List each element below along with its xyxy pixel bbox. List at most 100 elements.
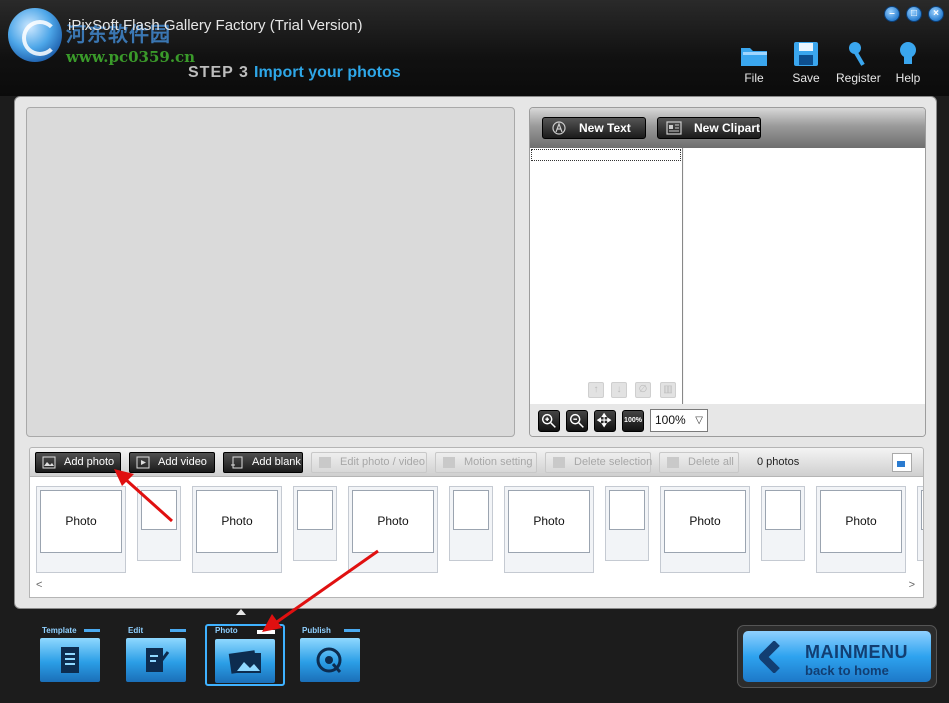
save-label: Save [792, 71, 820, 85]
tab-photo[interactable]: Photo [205, 624, 285, 686]
photo-slot-label: Photo [352, 490, 434, 553]
step-title: Import your photos [254, 64, 401, 81]
help-label: Help [895, 71, 921, 85]
save-button[interactable]: Save [784, 40, 828, 88]
tab-indicator [170, 629, 186, 632]
motion-icon [443, 457, 455, 468]
lightbulb-icon [900, 42, 916, 64]
transition-slot[interactable] [917, 486, 923, 561]
zoom-select[interactable]: 100% ▽ [650, 409, 708, 432]
file-label: File [744, 71, 764, 85]
transition-slot[interactable] [761, 486, 805, 561]
zoom-out-icon[interactable] [566, 410, 588, 432]
file-button[interactable]: File [732, 40, 776, 88]
edit-icon [319, 457, 331, 468]
photo-slot[interactable]: Photo [504, 486, 594, 573]
publish-disc-icon [316, 647, 342, 673]
tab-publish[interactable]: Publish [298, 626, 362, 686]
add-blank-icon [231, 456, 243, 469]
transition-slot[interactable] [449, 486, 493, 561]
delete-all-icon [667, 457, 679, 468]
add-photo-label: Add photo [64, 456, 115, 468]
floppy-disk-icon [794, 42, 818, 66]
photo-slot-label: Photo [40, 490, 122, 553]
new-clipart-button[interactable]: New Clipart [657, 117, 761, 139]
move-icon[interactable] [594, 410, 616, 432]
photo-toolbar: Add photo Add video Add blank Edit photo… [29, 447, 924, 477]
window-title: iPixSoft Flash Gallery Factory (Trial Ve… [68, 17, 363, 34]
move-down-icon[interactable]: ↓ [611, 382, 627, 398]
layer-list[interactable]: ↑ ↓ ∅ ▥ [530, 148, 683, 404]
edit-notebook-icon [146, 648, 170, 672]
expand-icon[interactable] [892, 453, 912, 472]
move-up-icon[interactable]: ↑ [588, 382, 604, 398]
scroll-right-icon[interactable]: > [909, 579, 915, 591]
photo-slot[interactable]: Photo [816, 486, 906, 573]
register-button[interactable]: Register [836, 40, 881, 88]
tab-photo-label: Photo [215, 626, 238, 635]
actual-size-label: 100% [624, 417, 642, 424]
main-menu-face: MAINMENU back to home [743, 631, 931, 682]
add-photo-button[interactable]: Add photo [35, 452, 121, 473]
transition-thumb [765, 490, 801, 530]
photo-slot-label: Photo [196, 490, 278, 553]
actual-size-icon[interactable]: 100% [622, 410, 644, 432]
maximize-button[interactable]: □ [906, 6, 922, 22]
workspace-panel: New Text New Clipart ↑ ↓ ∅ ▥ 100% 100% ▽… [14, 96, 937, 609]
delete-selection-icon [553, 457, 565, 468]
add-blank-button[interactable]: Add blank [223, 452, 303, 473]
help-button[interactable]: Help [886, 40, 930, 88]
preview-canvas[interactable] [26, 107, 515, 437]
photo-slot-label: Photo [820, 490, 902, 553]
new-text-button[interactable]: New Text [542, 117, 646, 139]
delete-selection-label: Delete selection [574, 456, 653, 468]
title-bar: 河东软件园 iPixSoft Flash Gallery Factory (Tr… [0, 0, 949, 96]
tab-template-label: Template [42, 626, 77, 635]
zoom-in-icon[interactable] [538, 410, 560, 432]
photo-slot-label: Photo [508, 490, 590, 553]
tab-edit-box [126, 638, 186, 682]
motion-setting-button[interactable]: Motion setting [435, 452, 537, 473]
clipart-icon [666, 121, 682, 135]
add-video-label: Add video [158, 456, 207, 468]
register-label: Register [836, 71, 881, 85]
transition-slot[interactable] [293, 486, 337, 561]
trash-icon[interactable]: ▥ [660, 382, 676, 398]
layer-list-selection[interactable] [531, 149, 681, 161]
tab-edit[interactable]: Edit [124, 626, 188, 686]
text-icon [552, 121, 566, 135]
delete-selection-button[interactable]: Delete selection [545, 452, 653, 473]
minimize-button[interactable]: – [884, 6, 900, 22]
add-photo-icon [42, 456, 56, 469]
hide-layer-icon[interactable]: ∅ [635, 382, 651, 398]
transition-thumb [609, 490, 645, 530]
photo-slot[interactable]: Photo [660, 486, 750, 573]
main-menu-button[interactable]: MAINMENU back to home [737, 625, 937, 688]
layer-panel: New Text New Clipart ↑ ↓ ∅ ▥ 100% 100% ▽ [529, 107, 926, 437]
photo-count: 0 photos [757, 456, 800, 468]
add-video-button[interactable]: Add video [129, 452, 215, 473]
template-icon [61, 647, 79, 673]
transition-thumb [921, 490, 923, 530]
tab-indicator [344, 629, 360, 632]
add-video-icon [136, 456, 150, 469]
transition-slot[interactable] [137, 486, 181, 561]
tab-template[interactable]: Template [38, 626, 102, 686]
tab-indicator [257, 630, 275, 634]
photo-slot[interactable]: Photo [348, 486, 438, 573]
photo-slot[interactable]: Photo [192, 486, 282, 573]
tab-indicator [84, 629, 100, 632]
photo-slot[interactable]: Photo [36, 486, 126, 573]
tab-edit-label: Edit [128, 626, 144, 635]
photo-strip[interactable]: Photo Photo Photo Photo Photo Photo < > [29, 477, 924, 598]
close-button[interactable]: × [928, 6, 944, 22]
step-number: STEP 3 [188, 64, 249, 81]
edit-photo-video-label: Edit photo / video [340, 456, 426, 468]
folder-icon [741, 48, 767, 66]
edit-photo-video-button[interactable]: Edit photo / video [311, 452, 427, 473]
horizontal-scrollbar[interactable]: < > [30, 577, 923, 595]
transition-slot[interactable] [605, 486, 649, 561]
scroll-left-icon[interactable]: < [36, 579, 42, 591]
delete-all-button[interactable]: Delete all [659, 452, 739, 473]
delete-all-label: Delete all [688, 456, 734, 468]
